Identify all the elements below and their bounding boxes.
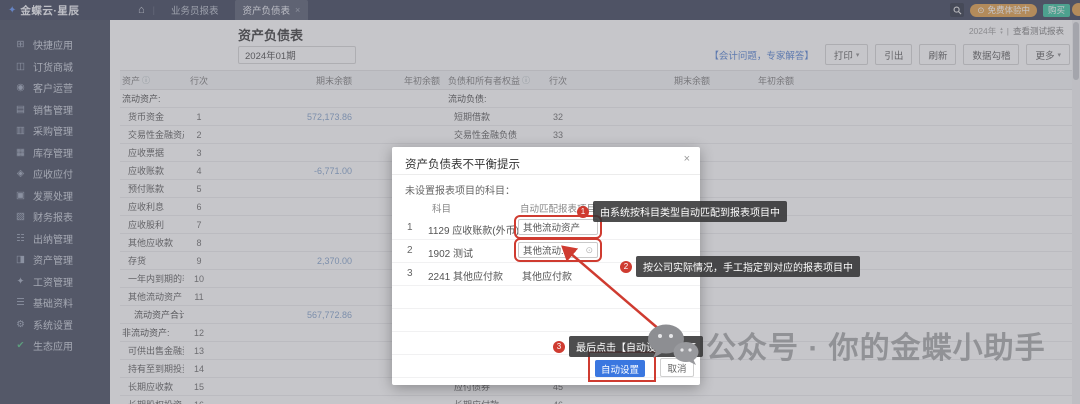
dialog-subtitle: 未设置报表项目的科目： xyxy=(405,182,515,197)
auto-set-button[interactable]: 自动设置 xyxy=(595,360,645,377)
dialog-close-icon[interactable]: × xyxy=(684,153,690,165)
annotation-1: 1 由系统按科目类型自动匹配到报表项目中 xyxy=(577,201,787,222)
wechat-icon xyxy=(646,322,700,368)
badge-3: 3 xyxy=(553,341,565,353)
empty-row xyxy=(392,286,700,309)
row-number: 2 xyxy=(407,245,413,256)
badge-2: 2 xyxy=(620,261,632,273)
annotation-1-text: 由系统按科目类型自动匹配到报表项目中 xyxy=(593,201,787,222)
subject-cell: 2241 其他应付款 xyxy=(428,268,503,283)
annotation-2-text: 按公司实际情况，手工指定到对应的报表项目中 xyxy=(636,256,860,277)
divider xyxy=(392,174,700,175)
match-cell: 其他应付款 xyxy=(522,268,572,283)
col-subject: 科目 xyxy=(432,201,451,215)
row-number: 3 xyxy=(407,268,413,279)
subject-cell: 1129 应收账款(外币) xyxy=(428,222,519,237)
match-dropdown[interactable]: 其他流动...⊙ xyxy=(518,242,598,258)
annotation-2: 2 按公司实际情况，手工指定到对应的报表项目中 xyxy=(620,256,860,277)
app-window: ✦ 金蝶云·星辰 ⌂ | 业务员报表 资产负债表 × ⊙ 免费体验 xyxy=(0,0,1080,404)
badge-1: 1 xyxy=(577,206,589,218)
row-number: 1 xyxy=(407,222,413,233)
dialog-title: 资产负债表不平衡提示 xyxy=(405,156,520,172)
watermark-text: 公众号 · 你的金蝶小助手 xyxy=(706,323,1046,367)
clear-icon[interactable]: ⊙ xyxy=(585,245,593,256)
watermark: 公众号 · 你的金蝶小助手 xyxy=(646,322,1046,368)
subject-cell: 1902 测试 xyxy=(428,245,473,260)
